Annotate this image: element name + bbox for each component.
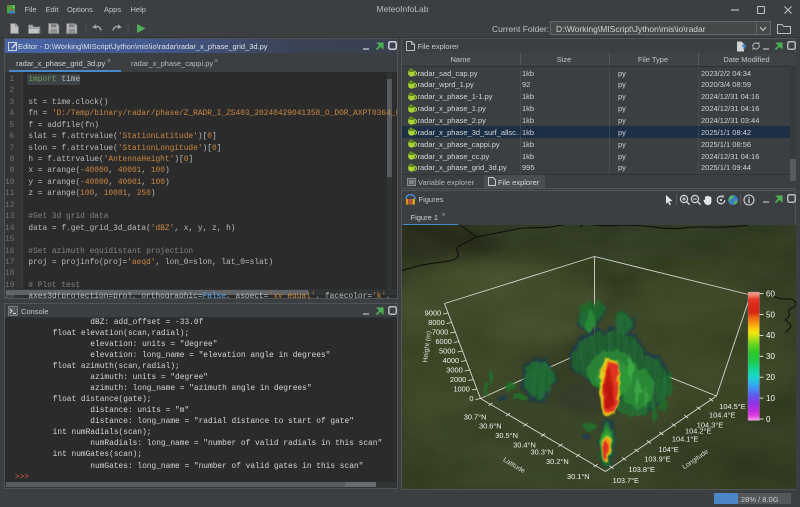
svg-text:104.4°E: 104.4°E	[709, 410, 735, 419]
svg-text:3000: 3000	[446, 365, 462, 374]
svg-text:0: 0	[766, 415, 771, 424]
svg-text:30.5°N: 30.5°N	[495, 431, 518, 440]
svg-text:40: 40	[766, 331, 775, 340]
svg-text:104.1°E: 104.1°E	[671, 435, 697, 444]
svg-text:104°E: 104°E	[658, 445, 678, 454]
svg-text:30.1°N: 30.1°N	[566, 472, 589, 481]
svg-text:2000: 2000	[449, 375, 465, 384]
svg-text:104.3°E: 104.3°E	[696, 421, 722, 430]
svg-text:5000: 5000	[439, 346, 455, 355]
svg-text:9000: 9000	[424, 308, 440, 317]
svg-text:30.2°N: 30.2°N	[546, 457, 569, 466]
svg-text:10: 10	[766, 394, 775, 403]
svg-text:60: 60	[766, 289, 775, 298]
svg-text:104.5°E: 104.5°E	[719, 402, 745, 411]
svg-text:20: 20	[766, 373, 775, 382]
svg-text:30.7°N: 30.7°N	[463, 413, 486, 422]
svg-text:50: 50	[766, 310, 775, 319]
svg-text:0: 0	[469, 394, 473, 403]
svg-text:30: 30	[766, 352, 775, 361]
svg-text:103.8°E: 103.8°E	[628, 465, 654, 474]
svg-text:103.7°E: 103.7°E	[612, 476, 638, 485]
svg-text:7000: 7000	[431, 327, 447, 336]
svg-text:30.3°N: 30.3°N	[530, 448, 553, 457]
svg-text:1000: 1000	[453, 384, 469, 393]
svg-text:4000: 4000	[442, 356, 458, 365]
svg-text:103.9°E: 103.9°E	[644, 455, 670, 464]
svg-text:30.6°N: 30.6°N	[478, 421, 501, 430]
svg-text:8000: 8000	[428, 318, 444, 327]
svg-text:6000: 6000	[435, 337, 451, 346]
